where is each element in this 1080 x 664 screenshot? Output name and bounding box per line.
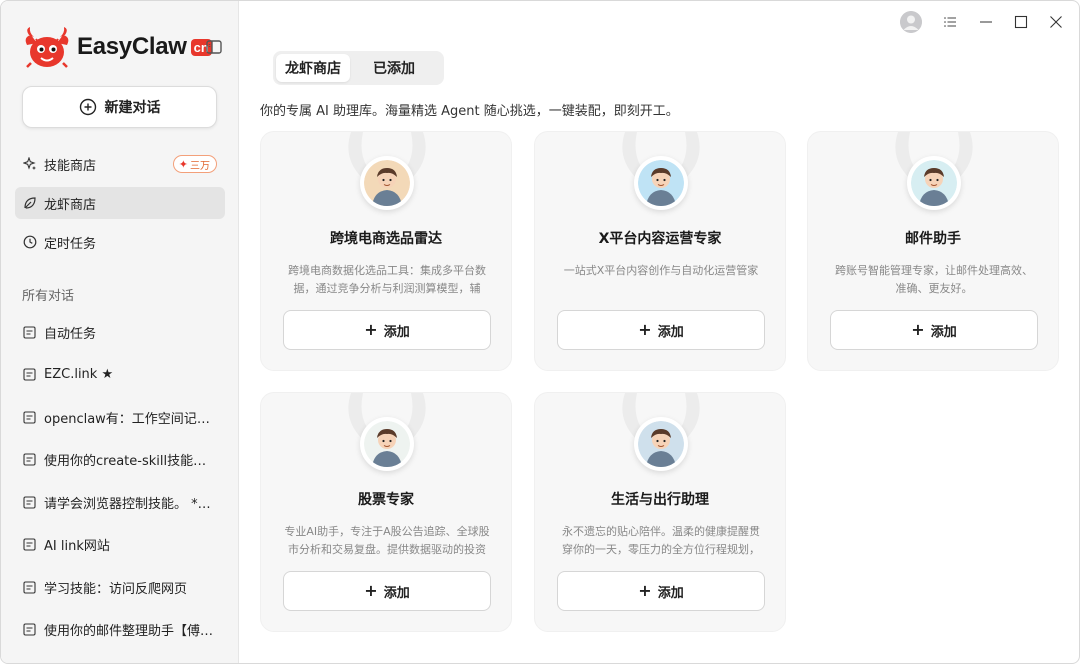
agent-description: 专业AI助手，专注于A股公告追踪、全球股市分析和交易复盘。提供数据驱动的投资决… bbox=[284, 525, 490, 556]
agent-avatar bbox=[360, 417, 414, 471]
sidebar-item-label: 定时任务 bbox=[44, 236, 97, 252]
conversation-title: openclaw有：工作空间记忆… bbox=[44, 411, 216, 427]
store-intro-text: 你的专属 AI 助理库。海量精选 Agent 随心挑选，一键装配，即刻开工。 bbox=[260, 104, 679, 119]
minimize-icon[interactable] bbox=[978, 14, 994, 30]
chat-icon bbox=[23, 495, 36, 509]
sidebar-item-lobster-store[interactable]: 龙虾商店 bbox=[15, 187, 225, 219]
leaf-icon bbox=[24, 197, 36, 209]
store-tabs: 龙虾商店 已添加 bbox=[273, 51, 444, 85]
chat-icon bbox=[23, 367, 36, 381]
add-label: 添加 bbox=[657, 585, 684, 601]
tab-lobster-store[interactable]: 龙虾商店 bbox=[276, 54, 350, 82]
agent-description: 跨账号智能管理专家，让邮件处理高效、准确、更友好。 bbox=[835, 264, 1033, 295]
chat-icon bbox=[23, 325, 36, 339]
app-window: EasyClaw cn 新建对话 技能商店 ✦ 三万 龙虾商店 定时任务 所有对… bbox=[0, 0, 1080, 664]
brand: EasyClaw cn bbox=[21, 25, 212, 69]
person-icon bbox=[364, 421, 410, 467]
person-icon bbox=[364, 160, 410, 206]
plus-icon: + bbox=[638, 581, 652, 600]
agent-title: X平台内容运营专家 bbox=[598, 231, 722, 247]
conversation-item[interactable]: 请学会浏览器控制技能。 **… bbox=[15, 487, 225, 517]
conversation-title: 请学会浏览器控制技能。 **… bbox=[44, 496, 216, 512]
sidebar-item-label: 技能商店 bbox=[44, 158, 97, 174]
user-icon bbox=[900, 11, 922, 33]
sparkle-icon: ✦ bbox=[178, 157, 188, 171]
agent-card: 股票专家专业AI助手，专注于A股公告追踪、全球股市分析和交易复盘。提供数据驱动的… bbox=[260, 392, 512, 632]
conversation-title: 自动任务 bbox=[44, 326, 97, 342]
conversation-item[interactable]: EZC.link ★ bbox=[15, 359, 225, 389]
maximize-icon[interactable] bbox=[1013, 14, 1029, 30]
add-agent-button[interactable]: + 添加 bbox=[557, 571, 765, 611]
conversation-item[interactable]: 学习技能：访问反爬网页 bbox=[15, 572, 225, 602]
plus-circle-icon bbox=[79, 98, 96, 116]
add-label: 添加 bbox=[930, 324, 957, 340]
agent-card: X平台内容运营专家一站式X平台内容创作与自动化运营管家 + 添加 bbox=[534, 131, 786, 371]
chat-icon bbox=[23, 622, 36, 636]
app-name: EasyClaw bbox=[77, 33, 187, 60]
add-label: 添加 bbox=[383, 324, 410, 340]
chat-icon bbox=[23, 410, 36, 424]
clock-icon bbox=[23, 235, 37, 249]
conversation-title: 使用你的create-skill技能，来… bbox=[44, 453, 216, 469]
promo-badge-text: 三万 bbox=[190, 160, 210, 172]
agent-card: 生活与出行助理永不遗忘的贴心陪伴。温柔的健康提醒贯穿你的一天，零压力的全方位行程… bbox=[534, 392, 786, 632]
agent-avatar bbox=[907, 156, 961, 210]
chat-icon bbox=[23, 537, 36, 551]
agent-description: 跨境电商数据化选品工具：集成多平台数据，通过竞争分析与利润测算模型，辅助… bbox=[288, 264, 486, 295]
agent-description: 永不遗忘的贴心陪伴。温柔的健康提醒贯穿你的一天，零压力的全方位行程规划，智… bbox=[562, 525, 760, 556]
add-agent-button[interactable]: + 添加 bbox=[283, 571, 491, 611]
conversations-section-label: 所有对话 bbox=[22, 289, 75, 304]
conversation-title: EZC.link ★ bbox=[44, 366, 114, 382]
plus-icon: + bbox=[638, 320, 652, 339]
chat-icon bbox=[23, 580, 36, 594]
menu-icon[interactable] bbox=[942, 14, 958, 30]
conversation-item[interactable]: 使用你的create-skill技能，来… bbox=[15, 444, 225, 474]
new-chat-label: 新建对话 bbox=[104, 100, 161, 116]
agent-card: 邮件助手跨账号智能管理专家，让邮件处理高效、准确、更友好。 + 添加 bbox=[807, 131, 1059, 371]
add-agent-button[interactable]: + 添加 bbox=[830, 310, 1038, 350]
person-icon bbox=[911, 160, 957, 206]
add-agent-button[interactable]: + 添加 bbox=[557, 310, 765, 350]
sidebar: EasyClaw cn 新建对话 技能商店 ✦ 三万 龙虾商店 定时任务 所有对… bbox=[1, 1, 239, 663]
plus-icon: + bbox=[364, 581, 378, 600]
agent-avatar bbox=[634, 156, 688, 210]
person-icon bbox=[638, 160, 684, 206]
sidebar-toggle-icon[interactable] bbox=[205, 38, 223, 56]
agent-title: 生活与出行助理 bbox=[611, 492, 709, 508]
conversation-item[interactable]: openclaw有：工作空间记忆… bbox=[15, 402, 225, 432]
lobster-logo-icon bbox=[25, 27, 69, 68]
sidebar-item-skill-store[interactable]: 技能商店 ✦ 三万 bbox=[15, 148, 225, 180]
sidebar-item-scheduled-tasks[interactable]: 定时任务 bbox=[15, 226, 225, 258]
agent-card: 跨境电商选品雷达跨境电商数据化选品工具：集成多平台数据，通过竞争分析与利润测算模… bbox=[260, 131, 512, 371]
conversation-title: AI link网站 bbox=[44, 538, 110, 554]
sparkle-icon bbox=[23, 157, 36, 170]
tab-added[interactable]: 已添加 bbox=[354, 54, 434, 82]
agent-avatar bbox=[634, 417, 688, 471]
add-label: 添加 bbox=[657, 324, 684, 340]
agent-description: 一站式X平台内容创作与自动化运营管家 bbox=[563, 264, 759, 277]
agent-title: 股票专家 bbox=[358, 492, 414, 508]
conversation-item[interactable]: 自动任务 bbox=[15, 317, 225, 347]
add-label: 添加 bbox=[383, 585, 410, 601]
agent-title: 跨境电商选品雷达 bbox=[330, 231, 442, 247]
agent-title: 邮件助手 bbox=[905, 231, 961, 247]
plus-icon: + bbox=[364, 320, 378, 339]
user-avatar[interactable] bbox=[900, 11, 922, 33]
chat-icon bbox=[23, 452, 36, 466]
person-icon bbox=[638, 421, 684, 467]
close-icon[interactable] bbox=[1048, 14, 1064, 30]
conversation-item[interactable]: AI link网站 bbox=[15, 529, 225, 559]
new-chat-button[interactable]: 新建对话 bbox=[22, 86, 217, 128]
add-agent-button[interactable]: + 添加 bbox=[283, 310, 491, 350]
plus-icon: + bbox=[911, 320, 925, 339]
sidebar-item-label: 龙虾商店 bbox=[44, 197, 97, 213]
conversation-item[interactable]: 使用你的邮件整理助手【傅… bbox=[15, 614, 225, 644]
promo-badge: ✦ 三万 bbox=[172, 155, 217, 173]
agent-avatar bbox=[360, 156, 414, 210]
conversation-title: 学习技能：访问反爬网页 bbox=[44, 581, 188, 597]
conversation-title: 使用你的邮件整理助手【傅… bbox=[44, 623, 214, 639]
